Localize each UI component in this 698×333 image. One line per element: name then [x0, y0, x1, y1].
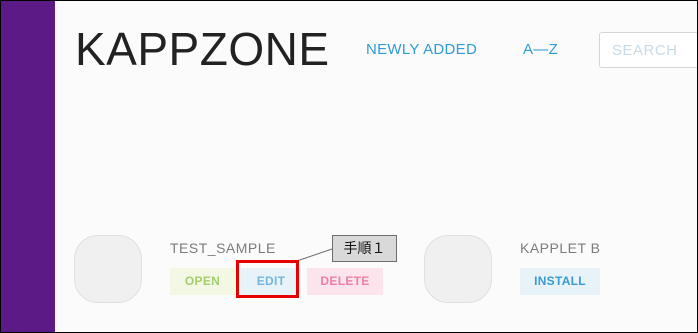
nav-newly-added-link[interactable]: NEWLY ADDED [366, 41, 477, 58]
app-icon[interactable] [424, 235, 492, 303]
app-icon[interactable] [74, 235, 142, 303]
edit-button[interactable]: EDIT [241, 268, 301, 295]
app-window: KAPPZONE NEWLY ADDED A—Z TEST_SAMPLE OPE… [0, 0, 698, 333]
install-button[interactable]: INSTALL [520, 268, 600, 295]
main-content: KAPPZONE NEWLY ADDED A—Z TEST_SAMPLE OPE… [55, 1, 697, 332]
brand-logo[interactable]: KAPPZONE [75, 21, 330, 77]
app-name: KAPPLET B [520, 240, 601, 256]
app-name: TEST_SAMPLE [170, 240, 276, 256]
nav-a-z-link[interactable]: A—Z [523, 41, 558, 58]
open-button[interactable]: OPEN [170, 268, 235, 295]
delete-button[interactable]: DELETE [307, 268, 383, 295]
search-input[interactable] [599, 32, 697, 68]
step-callout: 手順１ [332, 235, 397, 262]
sidebar [1, 1, 55, 332]
